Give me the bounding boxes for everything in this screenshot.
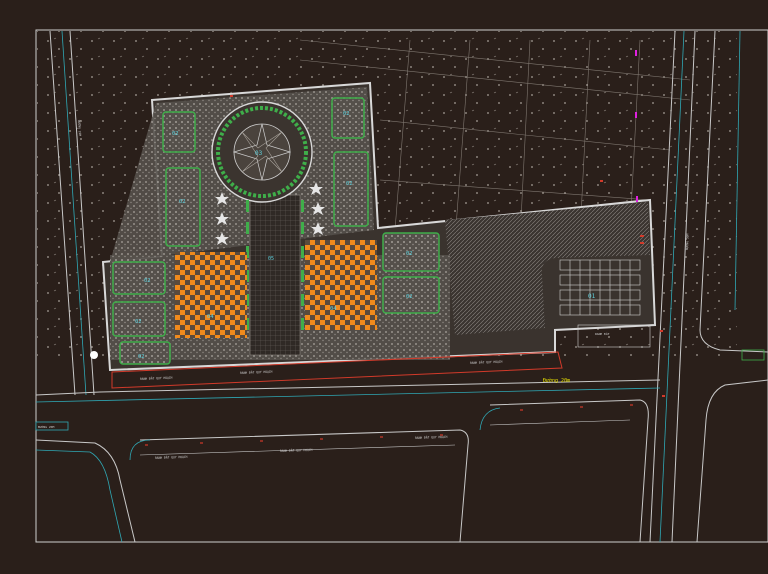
road-text-2: RANH ĐẤT QUY HOẠCH xyxy=(280,447,313,453)
central-walkway xyxy=(249,194,301,356)
bed-right-top: 02 xyxy=(343,111,350,117)
north-marker xyxy=(90,351,98,359)
bed-east-1: 02 xyxy=(406,251,413,257)
road-main xyxy=(35,379,661,543)
walkway-label: 05 xyxy=(268,256,274,262)
boundary-text-1: RANH ĐẤT QUY HOẠCH xyxy=(140,375,173,381)
road-text-1: RANH ĐẤT QUY HOẠCH xyxy=(155,454,188,460)
street-left-corner: ĐƯỜNG 20M xyxy=(38,424,54,429)
bed-east-2: 02 xyxy=(406,294,413,300)
parking-label: 01 xyxy=(588,293,596,300)
road-text-3: RANH ĐẤT QUY HOẠCH xyxy=(415,434,448,440)
paving-right xyxy=(305,240,377,330)
paving-right-label: 04 xyxy=(330,306,337,312)
bed-west-3: 02 xyxy=(138,354,145,360)
parking-strip-text: RANH ĐẤT xyxy=(595,331,610,336)
site-plan-drawing: 01 RANH ĐẤT 05 03 02 02 02 02 02 02 02 0… xyxy=(0,0,768,570)
plaza-dome-label: 03 xyxy=(255,150,263,157)
boundary-text-2: RANH ĐẤT QUY HOẠCH xyxy=(240,369,273,375)
street-right-vertical: ĐƯỜNG 30M xyxy=(684,233,690,250)
bed-left-mid: 02 xyxy=(179,199,186,205)
paving-left xyxy=(175,252,247,338)
paving-left-label: 04 xyxy=(207,314,214,320)
bed-left-top: 02 xyxy=(172,131,179,137)
bed-west-1: 02 xyxy=(144,278,151,284)
road-markings xyxy=(145,404,633,446)
bed-right-mid: 02 xyxy=(346,181,353,187)
road-name-label: Đường 20m xyxy=(543,377,570,384)
bed-west-2: 02 xyxy=(135,319,142,325)
